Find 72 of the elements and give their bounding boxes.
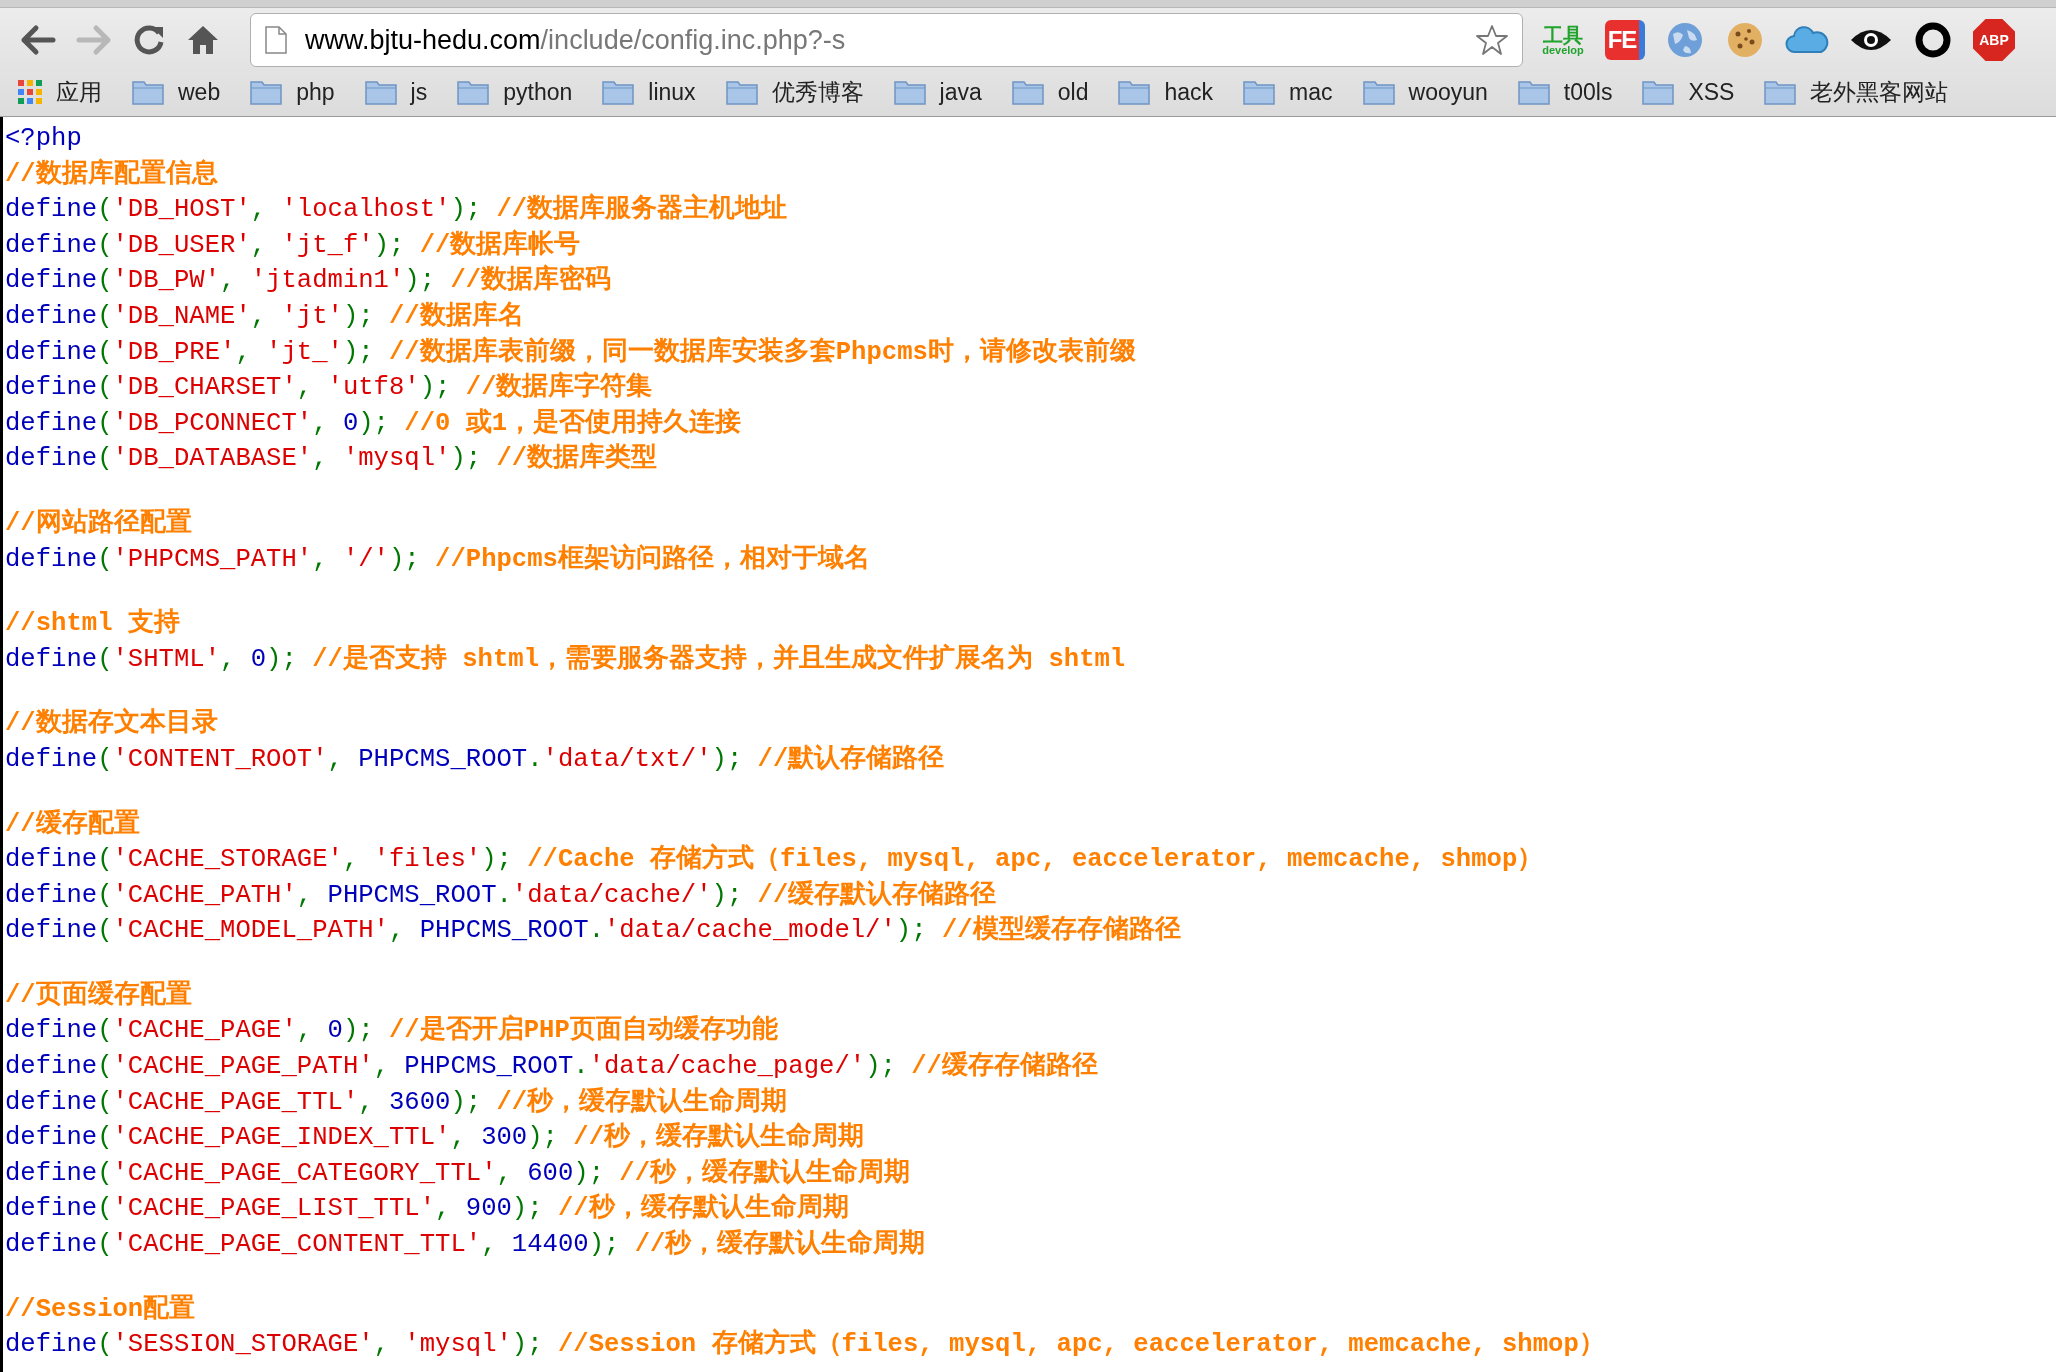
code-line: define('CACHE_PAGE_LIST_TTL', 900); //秒，缓存默认生命周期	[5, 1194, 849, 1224]
code-line: define('SESSION_STORAGE', 'mysql'); //Session 存储方式（files, mysql, apc, eaccelerator, memcache, shmop）	[5, 1330, 1605, 1360]
bookmark-folder[interactable]: mac	[1243, 74, 1333, 110]
apps-grid-icon	[18, 80, 42, 104]
code-line: //缓存配置	[5, 809, 140, 839]
address-bar[interactable]: www.bjtu-hedu.com/include/config.inc.php?-s	[250, 13, 1523, 67]
folder-icon	[1517, 79, 1550, 105]
code-line: define('DB_PW', 'jtadmin1'); //数据库密码	[5, 266, 612, 296]
code-line: <?php	[5, 124, 82, 153]
code-line: define('CONTENT_ROOT', PHPCMS_ROOT.'data/txt/'); //默认存储路径	[5, 744, 945, 774]
ring-icon[interactable]	[1913, 20, 1953, 60]
bookmark-folder[interactable]: XSS	[1642, 74, 1735, 110]
code-line: define('CACHE_PAGE', 0); //是否开启PHP页面自动缓存功能	[5, 1016, 778, 1046]
fe-extension-button[interactable]: FE	[1605, 20, 1645, 60]
code-line: define('DB_PRE', 'jt_'); //数据库表前缀，同一数据库安装多套Phpcms时，请修改表前缀	[5, 337, 1136, 367]
folder-icon	[132, 79, 164, 105]
code-line: define('CACHE_PATH', PHPCMS_ROOT.'data/cache/'); //缓存默认存储路径	[5, 880, 997, 910]
code-line: define('CACHE_PAGE_CATEGORY_TTL', 600); //秒，缓存默认生命周期	[5, 1158, 911, 1188]
code-line: define('PHPCMS_PATH', '/'); //Phpcms框架访问路径，相对于域名	[5, 544, 870, 574]
cookie-icon[interactable]	[1725, 20, 1765, 60]
folder-icon	[1764, 79, 1797, 105]
code-line: define('DB_USER', 'jt_f'); //数据库帐号	[5, 230, 581, 260]
folder-icon	[1118, 79, 1151, 105]
bookmark-folder[interactable]: wooyun	[1362, 74, 1488, 110]
bookmark-folder[interactable]: js	[364, 74, 428, 110]
bookmark-folder[interactable]: python	[457, 74, 573, 110]
folder-icon	[602, 79, 635, 105]
bookmark-folder[interactable]: t00ls	[1517, 74, 1613, 110]
code-line: define('SHTML', 0); //是否支持 shtml，需要服务器支持，并且生成文件扩展名为 shtml	[5, 644, 1126, 674]
code-line: define('DB_CHARSET', 'utf8'); //数据库字符集	[5, 373, 653, 403]
code-line: define('CACHE_STORAGE', 'files'); //Cache 存储方式（files, mysql, apc, eaccelerator, memcache, shmop）	[5, 845, 1544, 875]
folder-icon	[1642, 79, 1675, 105]
page-icon	[265, 26, 287, 54]
code-line: define('DB_DATABASE', 'mysql'); //数据库类型	[5, 444, 658, 474]
code-line: define('DB_NAME', 'jt'); //数据库名	[5, 301, 524, 331]
bookmark-folder[interactable]: php	[250, 74, 335, 110]
code-line: define('CACHE_MODEL_PATH', PHPCMS_ROOT.'data/cache_model/'); //模型缓存存储路径	[5, 916, 1181, 946]
code-line: define('CACHE_PAGE_CONTENT_TTL', 14400); //秒，缓存默认生命周期	[5, 1230, 926, 1260]
code-line: //数据库配置信息	[5, 159, 218, 189]
apps-shortcut[interactable]: 应用	[18, 74, 102, 110]
code-line: //Session配置	[5, 1294, 196, 1324]
bookmark-folder[interactable]: web	[132, 74, 221, 110]
code-line: //页面缓存配置	[5, 980, 192, 1010]
bookmark-folder[interactable]: linux	[602, 74, 696, 110]
code-line: //网站路径配置	[5, 508, 192, 538]
reload-icon[interactable]	[132, 23, 166, 57]
folder-icon	[457, 79, 490, 105]
cloud-icon[interactable]	[1785, 24, 1829, 56]
abp-extension-button[interactable]: ABP	[1973, 19, 2015, 61]
folder-icon	[1011, 79, 1044, 105]
folder-icon	[725, 79, 758, 105]
url-text: www.bjtu-hedu.com/include/config.inc.php?-s	[305, 23, 846, 57]
code-line: //数据存文本目录	[5, 709, 218, 739]
bookmark-folder[interactable]: java	[893, 74, 982, 110]
code-line: define('DB_HOST', 'localhost'); //数据库服务器主机地址	[5, 195, 788, 225]
code-line: define('CACHE_PAGE_TTL', 3600); //秒，缓存默认生命周期	[5, 1087, 788, 1117]
bookmark-folder[interactable]: 优秀博客	[725, 74, 864, 110]
code-line: define('CACHE_PAGE_INDEX_TTL', 300); //秒，缓存默认生命周期	[5, 1123, 864, 1153]
star-icon[interactable]	[1476, 24, 1508, 56]
folder-icon	[250, 79, 283, 105]
code-line: define('DB_PCONNECT', 0); //0 或1，是否使用持久连接	[5, 408, 742, 438]
bookmark-folder[interactable]: hack	[1118, 74, 1214, 110]
folder-icon	[893, 79, 926, 105]
bookmark-folder[interactable]: 老外黑客网站	[1764, 74, 1949, 110]
folder-icon	[1243, 79, 1276, 105]
folder-icon	[364, 79, 397, 105]
back-icon[interactable]	[20, 24, 56, 56]
code-line: //shtml 支持	[5, 609, 180, 639]
home-icon[interactable]	[186, 24, 220, 56]
folder-icon	[1362, 79, 1395, 105]
bookmark-folder[interactable]: old	[1011, 74, 1089, 110]
code-line: define('CACHE_PAGE_PATH', PHPCMS_ROOT.'data/cache_page/'); //缓存存储路径	[5, 1052, 1098, 1082]
